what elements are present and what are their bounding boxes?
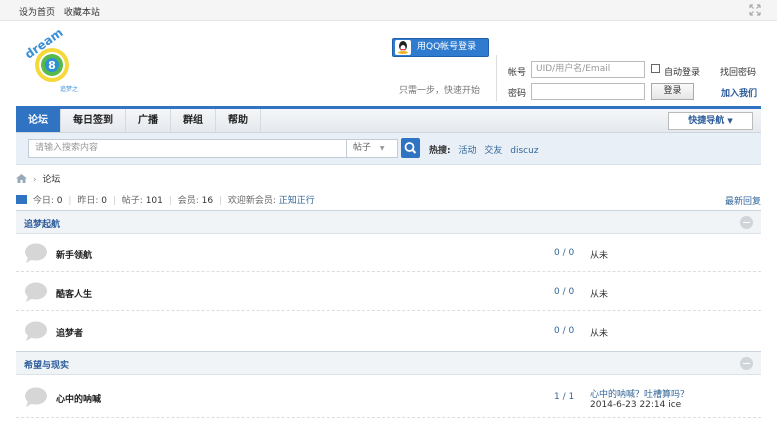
forum-stats: 今日: 0 | 昨日: 0 | 帖子: 101 | 会员: 16 | 欢迎新会员… xyxy=(16,193,315,206)
logo-number: 8 xyxy=(48,59,56,72)
qq-icon xyxy=(395,40,411,55)
new-member-link[interactable]: 正知正行 xyxy=(279,196,315,206)
top-links: 设为首页 收藏本站 xyxy=(19,5,106,18)
section-header: 希望与现实 xyxy=(16,351,761,375)
section-header: 追梦起航 xyxy=(16,210,761,234)
chevron-down-icon: ▼ xyxy=(379,145,385,152)
main-nav: 论坛 每日签到 广播 群组 帮助 快捷导航 ▼ xyxy=(16,106,761,133)
forum-last-post-info: 2014-6-23 22:14 ice xyxy=(590,400,682,410)
stat-today-label: 今日: xyxy=(32,196,54,206)
search-type-select[interactable]: 帖子 ▼ xyxy=(346,139,398,158)
home-icon[interactable] xyxy=(16,174,27,183)
forum-last-post-title[interactable]: 心中的呐喊？吐槽算吗？ xyxy=(590,387,689,400)
forum-bubble-icon xyxy=(24,282,48,302)
search-button[interactable] xyxy=(401,138,420,158)
hot-search: 热搜: 活动 交友 discuz xyxy=(429,143,544,156)
stat-members: 16 xyxy=(201,196,214,206)
nav-item-help[interactable]: 帮助 xyxy=(216,109,261,132)
forum-last-post: 从未 xyxy=(590,329,609,339)
account-label: 帐号 xyxy=(508,68,527,78)
stat-separator: | xyxy=(218,196,222,206)
account-input[interactable]: UID/用户名/Email xyxy=(531,61,645,78)
stat-separator: | xyxy=(68,196,72,206)
hot-search-label: 热搜: xyxy=(429,146,451,156)
site-logo[interactable]: 8 dream 追梦之 xyxy=(16,25,88,99)
qq-login-button[interactable]: 用QQ帐号登录 xyxy=(392,38,489,57)
search-input[interactable]: 请输入搜索内容 xyxy=(28,139,362,158)
join-link[interactable]: 加入我们 xyxy=(721,86,757,99)
auto-login-label: 自动登录 xyxy=(664,68,701,78)
header: 8 dream 追梦之 用QQ帐号登录 只需一步，快速开始 帐号 UID/用户名… xyxy=(0,21,777,106)
forum-bubble-icon xyxy=(24,387,48,407)
quick-nav-label: 快捷导航 xyxy=(688,116,725,126)
top-bar: 设为首页 收藏本站 xyxy=(0,0,777,21)
forum-bubble-icon xyxy=(24,321,48,341)
search-icon xyxy=(404,142,417,154)
forum-name[interactable]: 酷客人生 xyxy=(56,287,92,300)
forum-row: 追梦者 0 / 0 从未 xyxy=(16,312,761,350)
search-bar: 请输入搜索内容 帖子 ▼ 热搜: 活动 交友 discuz xyxy=(16,133,761,165)
stat-posts-label: 帖子: xyxy=(121,196,143,206)
search-type-label: 帖子 xyxy=(353,143,372,153)
breadcrumb: › 论坛 xyxy=(16,172,60,185)
nav-item-forum[interactable]: 论坛 xyxy=(16,109,61,132)
forum-last-post: 从未 xyxy=(590,290,609,300)
password-label: 密码 xyxy=(508,89,527,99)
nav-item-checkin[interactable]: 每日签到 xyxy=(61,109,126,132)
forum-name[interactable]: 心中的呐喊 xyxy=(56,392,101,405)
nav-item-broadcast[interactable]: 广播 xyxy=(126,109,171,132)
latest-replies-link[interactable]: 最新回复 xyxy=(725,194,761,207)
set-home-link[interactable]: 设为首页 xyxy=(19,8,55,18)
forum-row: 酷客人生 0 / 0 从未 xyxy=(16,273,761,311)
forum-name[interactable]: 新手领航 xyxy=(56,248,92,261)
bookmark-link[interactable]: 收藏本站 xyxy=(64,8,100,18)
collapse-icon[interactable] xyxy=(740,216,753,229)
section-title[interactable]: 希望与现实 xyxy=(24,358,69,371)
section-title[interactable]: 追梦起航 xyxy=(24,217,60,230)
find-password-link[interactable]: 找回密码 xyxy=(720,65,756,78)
forum-count: 0 / 0 xyxy=(554,248,575,258)
stat-posts: 101 xyxy=(145,196,163,206)
collapse-icon[interactable] xyxy=(740,357,753,370)
hot-search-item[interactable]: 交友 xyxy=(484,146,502,156)
forum-count: 0 / 0 xyxy=(554,287,575,297)
chevron-down-icon: ▼ xyxy=(727,117,733,125)
password-input[interactable] xyxy=(531,83,645,100)
login-button[interactable]: 登录 xyxy=(651,83,694,100)
expand-icon[interactable] xyxy=(749,4,761,16)
logo-subtext: 追梦之 xyxy=(60,85,78,93)
stat-yesterday-label: 昨日: xyxy=(77,196,99,206)
stat-separator: | xyxy=(112,196,116,206)
qq-login-hint: 只需一步，快速开始 xyxy=(399,86,481,96)
auto-login-checkbox[interactable] xyxy=(651,64,660,73)
quick-nav-button[interactable]: 快捷导航 ▼ xyxy=(668,112,753,130)
forum-row: 心中的呐喊 1 / 1 心中的呐喊？吐槽算吗？ 2014-6-23 22:14 … xyxy=(16,378,761,418)
forum-last-post: 从未 xyxy=(590,251,609,261)
nav-item-groups[interactable]: 群组 xyxy=(171,109,216,132)
stat-today: 0 xyxy=(56,196,63,206)
hot-search-item[interactable]: discuz xyxy=(510,146,538,156)
qq-login-label: 用QQ帐号登录 xyxy=(417,42,477,52)
stat-welcome-label: 欢迎新会员: xyxy=(227,196,276,206)
forum-count: 0 / 0 xyxy=(554,326,575,336)
forum-name[interactable]: 追梦者 xyxy=(56,326,83,339)
forum-bubble-icon xyxy=(24,243,48,263)
header-divider xyxy=(496,55,497,101)
stat-members-label: 会员: xyxy=(177,196,199,206)
breadcrumb-separator: › xyxy=(32,175,37,185)
stat-separator: | xyxy=(168,196,172,206)
stats-chart-icon xyxy=(16,195,27,204)
stat-yesterday: 0 xyxy=(101,196,107,206)
forum-count: 1 / 1 xyxy=(554,392,575,402)
hot-search-item[interactable]: 活动 xyxy=(458,146,476,156)
forum-row: 新手领航 0 / 0 从未 xyxy=(16,234,761,272)
breadcrumb-current[interactable]: 论坛 xyxy=(42,175,60,185)
